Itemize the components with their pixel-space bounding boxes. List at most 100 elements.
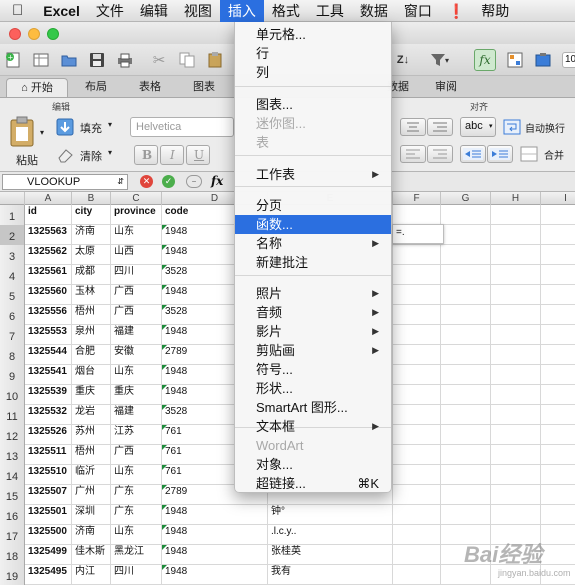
column-header-h[interactable]: H <box>491 192 541 205</box>
active-cell-editor[interactable]: =. <box>392 224 444 244</box>
formula-builder-icon[interactable]: − <box>186 175 202 188</box>
menu-item-18[interactable]: SmartArt 图形... <box>235 398 391 417</box>
menu-item-8[interactable]: 分页 <box>235 196 391 215</box>
cell-b[interactable]: 梧州 <box>72 305 111 325</box>
cell-a[interactable]: 1325499 <box>25 545 72 565</box>
name-box[interactable]: VLOOKUP ⇵ <box>2 174 128 190</box>
cell-a[interactable]: 1325541 <box>25 365 72 385</box>
script-icon[interactable]: ❗ <box>440 0 473 22</box>
cell-h[interactable] <box>491 345 541 365</box>
cell-a[interactable]: 1325553 <box>25 325 72 345</box>
cell-d[interactable]: 1948 <box>162 525 268 545</box>
cell-g[interactable] <box>441 265 491 285</box>
fill-button[interactable]: 填充 ▾ <box>56 118 118 136</box>
cell-g[interactable] <box>441 365 491 385</box>
italic-button[interactable]: I <box>160 145 184 165</box>
name-box-stepper-icon[interactable]: ⇵ <box>117 175 124 189</box>
cell-h[interactable] <box>491 465 541 485</box>
cell-i[interactable] <box>541 285 575 305</box>
cell-c[interactable]: 广西 <box>111 445 162 465</box>
menu-item-21[interactable]: 对象... <box>235 455 391 474</box>
clear-button[interactable]: 清除 ▾ <box>56 146 118 164</box>
menu-item-17[interactable]: 形状... <box>235 379 391 398</box>
cell-d[interactable]: 1948 <box>162 545 268 565</box>
menu-item-9[interactable]: 函数... <box>235 215 391 234</box>
cell-g[interactable] <box>441 485 491 505</box>
cell-b[interactable]: city <box>72 205 111 225</box>
confirm-formula-icon[interactable]: ✓ <box>162 175 175 188</box>
cell-h[interactable] <box>491 305 541 325</box>
row-header[interactable]: 17 <box>0 525 25 545</box>
cell-g[interactable] <box>441 385 491 405</box>
menu-tools[interactable]: 工具 <box>308 0 352 22</box>
menu-item-2[interactable]: 行 <box>235 44 391 63</box>
cell-f[interactable] <box>393 385 441 405</box>
cell-c[interactable]: 江苏 <box>111 425 162 445</box>
cell-a[interactable]: 1325539 <box>25 385 72 405</box>
cell-c[interactable]: 广西 <box>111 305 162 325</box>
cell-f[interactable] <box>393 265 441 285</box>
cell-i[interactable] <box>541 385 575 405</box>
cell-c[interactable]: 山西 <box>111 245 162 265</box>
cell-f[interactable] <box>393 485 441 505</box>
text-orientation-button[interactable]: abc ▾ <box>460 117 496 137</box>
row-header[interactable]: 6 <box>0 305 25 325</box>
cell-g[interactable] <box>441 245 491 265</box>
cell-f[interactable] <box>393 505 441 525</box>
cell-b[interactable]: 玉林 <box>72 285 111 305</box>
cell-i[interactable] <box>541 305 575 325</box>
cell-f[interactable] <box>393 465 441 485</box>
open-icon[interactable] <box>58 49 80 71</box>
print-icon[interactable] <box>114 49 136 71</box>
toolbox-icon[interactable] <box>532 49 554 71</box>
paste-dropdown-icon[interactable]: ▾ <box>40 128 44 137</box>
column-header-b[interactable]: B <box>72 192 111 205</box>
row-header[interactable]: 9 <box>0 365 25 385</box>
cell-g[interactable] <box>441 225 491 245</box>
cell-g[interactable] <box>441 305 491 325</box>
cell-i[interactable] <box>541 345 575 365</box>
column-header-f[interactable]: F <box>393 192 441 205</box>
row-header[interactable]: 15 <box>0 485 25 505</box>
cell-b[interactable]: 梧州 <box>72 445 111 465</box>
column-header-i[interactable]: I <box>541 192 575 205</box>
row-header[interactable]: 7 <box>0 325 25 345</box>
cell-c[interactable]: 山东 <box>111 465 162 485</box>
zoom-window-button[interactable] <box>47 28 59 40</box>
wrap-text-button[interactable]: 自动换行 <box>503 118 575 136</box>
cell-g[interactable] <box>441 445 491 465</box>
cell-f[interactable] <box>393 525 441 545</box>
cell-b[interactable]: 济南 <box>72 225 111 245</box>
row-header[interactable]: 14 <box>0 465 25 485</box>
column-header-g[interactable]: G <box>441 192 491 205</box>
cell-g[interactable] <box>441 205 491 225</box>
row-header[interactable]: 8 <box>0 345 25 365</box>
cell-h[interactable] <box>491 265 541 285</box>
cell-h[interactable] <box>491 225 541 245</box>
menu-item-1[interactable]: 单元格... <box>235 25 391 44</box>
cell-b[interactable]: 成都 <box>72 265 111 285</box>
row-header[interactable]: 16 <box>0 505 25 525</box>
cell-a[interactable]: 1325562 <box>25 245 72 265</box>
gallery-icon[interactable] <box>504 49 526 71</box>
cell-e[interactable]: 我有 <box>268 565 393 585</box>
menu-item-11[interactable]: 新建批注 <box>235 253 391 272</box>
cell-f[interactable] <box>393 565 441 585</box>
cell-b[interactable]: 佳木斯 <box>72 545 111 565</box>
cell-a[interactable]: 1325510 <box>25 465 72 485</box>
cell-h[interactable] <box>491 285 541 305</box>
cell-b[interactable]: 苏州 <box>72 425 111 445</box>
cell-c[interactable]: 重庆 <box>111 385 162 405</box>
cell-f[interactable] <box>393 305 441 325</box>
zoom-field[interactable]: 10 <box>562 52 575 68</box>
cell-h[interactable] <box>491 205 541 225</box>
cell-c[interactable]: 福建 <box>111 405 162 425</box>
sort-icon[interactable]: Z↓ <box>392 49 414 71</box>
cell-f[interactable] <box>393 325 441 345</box>
cell-i[interactable] <box>541 225 575 245</box>
row-header[interactable]: 18 <box>0 545 25 565</box>
tab-home[interactable]: ⌂ 开始 <box>6 78 68 97</box>
cell-i[interactable] <box>541 325 575 345</box>
cell-i[interactable] <box>541 485 575 505</box>
cell-c[interactable]: 广西 <box>111 285 162 305</box>
